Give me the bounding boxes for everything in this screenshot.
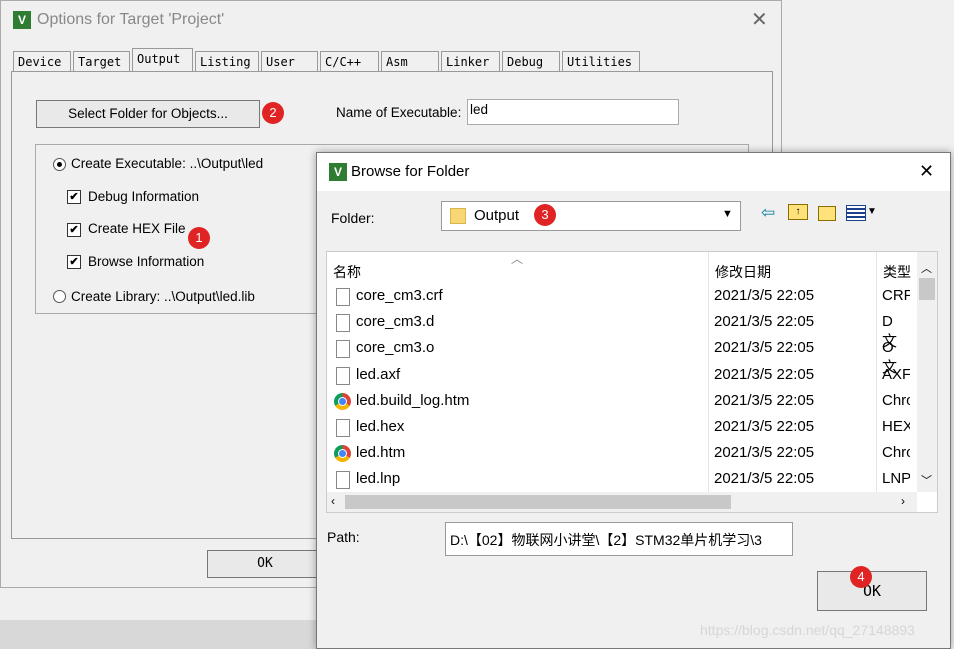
tab-target[interactable]: Target xyxy=(73,51,130,71)
file-date: 2021/3/5 22:05 xyxy=(714,287,815,304)
browse-ok-button[interactable]: OK xyxy=(817,571,927,611)
file-date: 2021/3/5 22:05 xyxy=(714,391,815,409)
tab-output[interactable]: Output xyxy=(132,48,193,72)
horizontal-scrollbar[interactable]: ‹ › xyxy=(327,492,917,512)
tab-device[interactable]: Device xyxy=(13,51,71,71)
file-date: 2021/3/5 22:05 xyxy=(714,313,815,331)
file-type: Chro xyxy=(882,444,915,462)
column-name-header[interactable]: 名称 xyxy=(333,262,361,282)
browse-info-checkbox[interactable]: ✔ xyxy=(67,255,81,269)
create-lib-radio[interactable] xyxy=(53,290,66,303)
create-lib-label: Create Library: ..\Output\led.lib xyxy=(71,289,255,304)
ok-button[interactable]: OK xyxy=(207,550,323,578)
select-folder-button[interactable]: Select Folder for Objects... xyxy=(36,100,260,128)
scroll-right-icon[interactable]: › xyxy=(901,494,905,508)
list-item[interactable]: led.axf 2021/3/5 22:05 AXF xyxy=(330,363,910,389)
folder-value: Output xyxy=(474,207,520,224)
file-name: led.build_log.htm xyxy=(356,391,470,409)
browse-dialog-title: Browse for Folder xyxy=(351,163,470,180)
file-date: 2021/3/5 22:05 xyxy=(714,339,815,357)
watermark: https://blog.csdn.net/qq_27148893 xyxy=(700,622,915,638)
file-name: led.lnp xyxy=(356,470,401,488)
file-type: LNP xyxy=(882,470,912,488)
list-item[interactable]: core_cm3.crf 2021/3/5 22:05 CRF xyxy=(330,284,910,310)
list-item[interactable]: led.hex 2021/3/5 22:05 HEX xyxy=(330,415,910,441)
close-icon[interactable]: ✕ xyxy=(919,161,934,182)
folder-select[interactable]: Output ▼ xyxy=(441,201,741,231)
file-icon xyxy=(336,288,350,306)
file-icon xyxy=(336,340,350,359)
create-exec-label: Create Executable: ..\Output\led xyxy=(71,156,264,171)
create-exec-radio[interactable] xyxy=(53,158,66,171)
chevron-down-icon[interactable]: ▼ xyxy=(867,206,877,217)
folder-icon xyxy=(450,208,466,224)
scroll-down-icon[interactable]: ﹀ xyxy=(921,472,932,488)
file-name: led.hex xyxy=(356,418,405,435)
list-item[interactable]: led.build_log.htm 2021/3/5 22:05 Chro xyxy=(330,389,910,415)
create-hex-checkbox[interactable]: ✔ xyxy=(67,223,81,237)
list-item[interactable]: led.htm 2021/3/5 22:05 Chro xyxy=(330,441,910,467)
file-name: core_cm3.d xyxy=(356,313,435,331)
badge-2: 2 xyxy=(262,102,284,124)
file-type: Chro xyxy=(882,391,915,409)
chevron-down-icon[interactable]: ▼ xyxy=(722,208,733,220)
scroll-thumb[interactable] xyxy=(919,278,935,300)
file-icon xyxy=(336,419,350,437)
file-name: led.axf xyxy=(356,365,401,383)
file-icon xyxy=(336,314,350,333)
list-item[interactable]: core_cm3.d 2021/3/5 22:05 D 文 xyxy=(330,310,910,350)
vertical-scrollbar[interactable]: ︿ ﹀ xyxy=(917,252,937,492)
tab-listing[interactable]: Listing xyxy=(195,51,259,71)
scroll-left-icon[interactable]: ‹ xyxy=(331,494,335,508)
badge-1: 1 xyxy=(188,227,210,249)
column-date-header[interactable]: 修改日期 xyxy=(715,262,771,282)
scroll-up-icon[interactable]: ︿ xyxy=(921,260,932,276)
file-name: core_cm3.crf xyxy=(356,287,443,304)
browse-info-label: Browse Information xyxy=(88,254,205,269)
path-label: Path: xyxy=(327,529,360,545)
file-icon xyxy=(336,366,350,385)
chrome-icon xyxy=(334,392,351,410)
file-type: CRF xyxy=(882,287,913,304)
path-input[interactable]: D:\【02】物联网小讲堂\【2】STM32单片机学习\3 xyxy=(445,522,793,556)
name-exec-input[interactable]: led xyxy=(467,99,679,125)
badge-4: 4 xyxy=(850,566,872,588)
file-icon xyxy=(336,471,350,489)
chrome-icon xyxy=(334,445,351,463)
keil-logo-icon: V xyxy=(329,163,347,181)
debug-info-checkbox[interactable]: ✔ xyxy=(67,190,81,204)
tab-asm[interactable]: Asm xyxy=(381,51,439,71)
close-icon[interactable]: ✕ xyxy=(751,7,768,32)
tab-debug[interactable]: Debug xyxy=(502,51,560,71)
list-item[interactable]: core_cm3.o 2021/3/5 22:05 O 文 xyxy=(330,336,910,376)
tab-user[interactable]: User xyxy=(261,51,318,71)
keil-logo-icon: V xyxy=(13,11,31,29)
file-name: core_cm3.o xyxy=(356,339,435,357)
options-dialog-title: Options for Target 'Project' xyxy=(37,11,225,28)
folder-label: Folder: xyxy=(331,210,375,226)
name-exec-label: Name of Executable: xyxy=(336,105,462,120)
file-name: led.htm xyxy=(356,444,406,462)
view-menu-icon[interactable] xyxy=(846,205,866,221)
new-folder-icon[interactable] xyxy=(818,206,836,221)
debug-info-label: Debug Information xyxy=(88,189,200,204)
tab-utilities[interactable]: Utilities xyxy=(562,51,640,71)
file-date: 2021/3/5 22:05 xyxy=(714,365,815,383)
badge-3: 3 xyxy=(534,204,556,226)
file-date: 2021/3/5 22:05 xyxy=(714,470,815,488)
tab-linker[interactable]: Linker xyxy=(441,51,500,71)
background-strip xyxy=(0,620,320,649)
file-date: 2021/3/5 22:05 xyxy=(714,418,815,435)
file-type: AXF xyxy=(882,365,912,383)
column-type-header[interactable]: 类型 xyxy=(883,262,911,282)
sort-up-icon: ︿ xyxy=(511,252,524,266)
tab-cpp[interactable]: C/C++ xyxy=(320,51,379,71)
file-type: HEX xyxy=(882,418,913,435)
h-scroll-thumb[interactable] xyxy=(345,495,731,509)
file-date: 2021/3/5 22:05 xyxy=(714,444,815,462)
up-folder-icon[interactable]: ↑ xyxy=(788,204,808,220)
back-icon[interactable]: ⇦ xyxy=(761,203,775,223)
create-hex-label: Create HEX File xyxy=(88,221,186,236)
